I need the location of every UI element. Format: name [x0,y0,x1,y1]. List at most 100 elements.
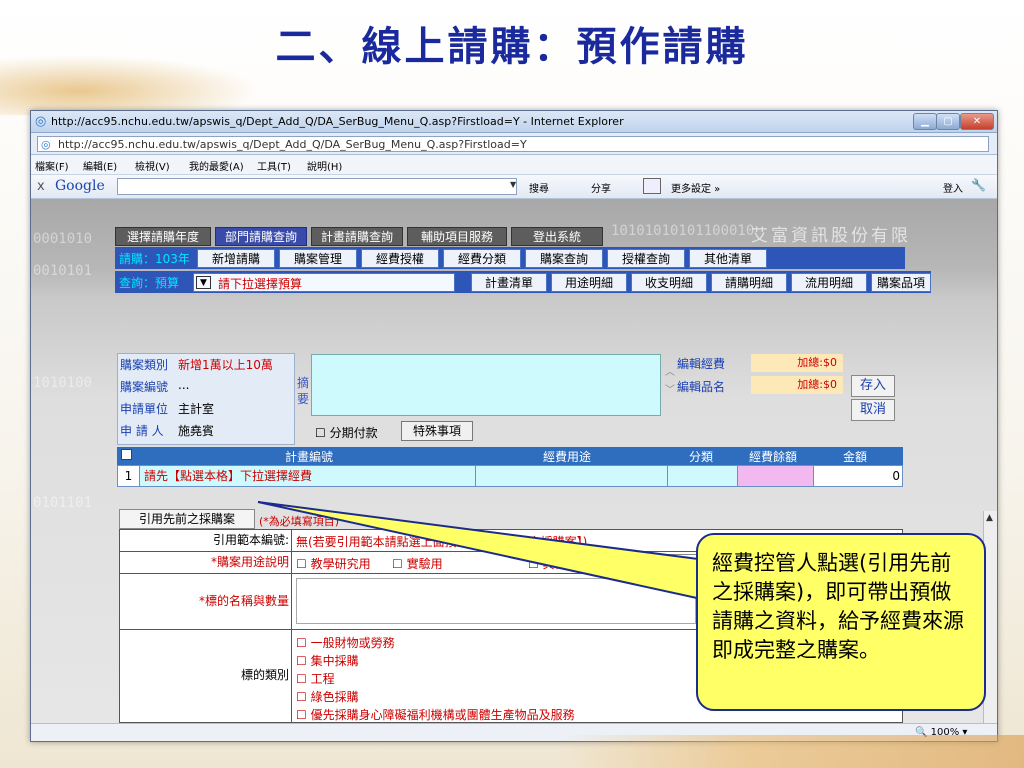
category-label: 標的類別 [120,630,292,723]
binary-watermark: 0010101 [33,263,93,279]
balance-cell [738,466,814,486]
tab-dept-query[interactable]: 部門請購查詢 [215,227,307,246]
dropdown-arrow-icon[interactable]: ▼ [510,180,516,189]
tab-request-detail[interactable]: 請購明細 [711,273,787,292]
binary-watermark: 0101101 [33,495,93,511]
col-category: 分類 [689,450,714,464]
binary-watermark: 10101010101100010 [611,223,755,239]
usage-cell[interactable] [476,466,668,486]
tab-auth-query[interactable]: 授權查詢 [607,249,685,268]
col-amount: 金額 [843,450,868,464]
tab-usage-detail[interactable]: 用途明細 [551,273,627,292]
tab-other-list[interactable]: 其他清單 [689,249,767,268]
title-bar: ◎ http://acc95.nchu.edu.tw/apswis_q/Dept… [31,111,997,133]
installment-checkbox[interactable]: ☐ 分期付款 [315,424,378,441]
tab-project-query[interactable]: 計畫請購查詢 [311,227,403,246]
budget-dropdown[interactable]: ▼ 請下拉選擇預算 [193,273,455,292]
case-type-value: 新增1萬以上10萬 [178,358,273,372]
address-input[interactable]: ◎ http://acc95.nchu.edu.tw/apswis_q/Dept… [37,136,989,152]
applicant-value: 施堯賓 [178,424,215,438]
tab-transfer-detail[interactable]: 流用明細 [791,273,867,292]
tab-project-list[interactable]: 計畫清單 [471,273,547,292]
search-button[interactable]: 搜尋 [529,180,549,195]
tab-fund-category[interactable]: 經費分類 [443,249,521,268]
purpose-other-checkbox[interactable]: ☐ 其他： [528,555,579,572]
col-project-no: 計畫編號 [285,450,334,464]
category-green-checkbox[interactable]: ☐ 綠色採購 [296,688,359,705]
decorative-bottom [560,735,1024,768]
tab-case-items[interactable]: 購案品項 [871,273,931,292]
purpose-label: *購案用途說明 [120,552,292,573]
tab-income-detail[interactable]: 收支明細 [631,273,707,292]
dropdown-arrow-icon[interactable]: ▼ [196,276,211,289]
chevron-up-icon[interactable]: ︿ [665,363,675,378]
menu-help[interactable]: 說明(H) [307,158,342,173]
binary-watermark: 1010100 [33,375,93,391]
menu-edit[interactable]: 編輯(E) [83,158,117,173]
minimize-button[interactable]: ▁ [913,113,937,130]
table-row[interactable]: 1 請先【點選本格】下拉選擇經費 0 [117,465,903,487]
purpose-lab-checkbox[interactable]: ☐ 實驗用 [392,555,443,572]
tab-case-query[interactable]: 購案查詢 [525,249,603,268]
cancel-button[interactable]: 取消 [851,399,895,421]
menu-file[interactable]: 檔案(F) [35,158,69,173]
required-note: (*為必填寫項目) [259,515,340,528]
item-label: *標的名稱與數量 [120,574,292,629]
query-budget-label: 查詢：預算 [119,276,180,290]
applicant-label: 申 請 人 [120,424,164,438]
ref-value: 無(若要引用範本請點選上面按鈕【引用先前之採購案】) [296,535,588,549]
sidebar-toggle-icon[interactable] [643,178,661,194]
fund-sum: 加總:$0 [751,354,843,372]
slide-title: 二、線上請購：預作請購 [275,23,749,70]
share-button[interactable]: 分享 [591,180,611,195]
tab-case-manage[interactable]: 購案管理 [279,249,357,268]
tab-fund-auth[interactable]: 經費授權 [361,249,439,268]
login-button[interactable]: 登入 [943,180,963,195]
project-cell[interactable]: 請先【點選本格】下拉選擇經費 [140,466,476,486]
category-cell[interactable] [668,466,738,486]
grid-menu-icon[interactable] [121,449,132,460]
close-button[interactable]: ✕ [960,113,994,130]
google-search-input[interactable] [117,178,517,195]
tab-logout[interactable]: 登出系統 [511,227,603,246]
item-sum: 加總:$0 [751,376,843,394]
purpose-teaching-checkbox[interactable]: ☐ 教學研究用 [296,555,371,572]
maximize-button[interactable]: ▢ [936,113,960,130]
ref-label: 引用範本編號: [120,530,292,551]
edit-item-button[interactable]: 編輯品名 [677,378,725,395]
ie-icon: ◎ [35,114,47,129]
summary-textarea[interactable] [311,354,661,416]
menu-view[interactable]: 檢視(V) [135,158,170,173]
chevron-down-icon[interactable]: ﹀ [665,381,675,396]
purpose-other-input[interactable] [590,554,710,570]
request-nav: 請購：103年 新增請購 購案管理 經費授權 經費分類 購案查詢 授權查詢 其他… [115,247,905,269]
company-watermark: 艾富資訊股份有限 [751,226,911,246]
item-textarea[interactable] [296,578,696,624]
edit-fund-button[interactable]: 編輯經費 [677,355,725,372]
chevron-up-icon[interactable]: ▲ [986,513,993,523]
save-button[interactable]: 存入 [851,375,895,397]
reference-previous-case-button[interactable]: 引用先前之採購案 [119,509,255,529]
query-nav: 查詢：預算 ▼ 請下拉選擇預算 計畫清單 用途明細 收支明細 請購明細 流用明細… [115,271,931,293]
case-no-label: 購案編號 [120,380,169,394]
case-type-label: 購案類別 [120,358,169,372]
category-central-checkbox[interactable]: ☐ 集中採購 [296,652,359,669]
tab-select-year[interactable]: 選擇請購年度 [115,227,211,246]
case-info-panel: 購案類別 新增1萬以上10萬 購案編號 ... 申請單位 主計室 申 請 人 施… [117,353,295,445]
toolbar-close-icon[interactable]: x [37,179,45,194]
callout-box: 經費控管人點選(引用先前之採購案)，即可帶出預做請購之資料，給予經費來源即成完整… [696,533,986,711]
tab-new-request[interactable]: 新增請購 [197,249,275,268]
tab-aux-service[interactable]: 輔助項目服務 [407,227,507,246]
menu-favorites[interactable]: 我的最愛(A) [189,158,244,173]
special-items-button[interactable]: 特殊事項 [401,421,473,441]
more-settings-button[interactable]: 更多設定 » [671,180,720,195]
budget-dropdown-value: 請下拉選擇預算 [218,277,303,291]
menu-tools[interactable]: 工具(T) [257,158,291,173]
category-engineering-checkbox[interactable]: ☐ 工程 [296,670,335,687]
amount-cell[interactable]: 0 [814,466,902,486]
menu-bar: 檔案(F) 編輯(E) 檢視(V) 我的最愛(A) 工具(T) 說明(H) [31,155,997,175]
category-general-checkbox[interactable]: ☐ 一般財物或勞務 [296,634,395,651]
category-priority-checkbox[interactable]: ☐ 優先採購身心障礙福利機構或團體生產物品及服務 [296,706,575,723]
wrench-icon[interactable]: 🔧 [971,178,986,192]
google-logo: Google [55,178,105,194]
